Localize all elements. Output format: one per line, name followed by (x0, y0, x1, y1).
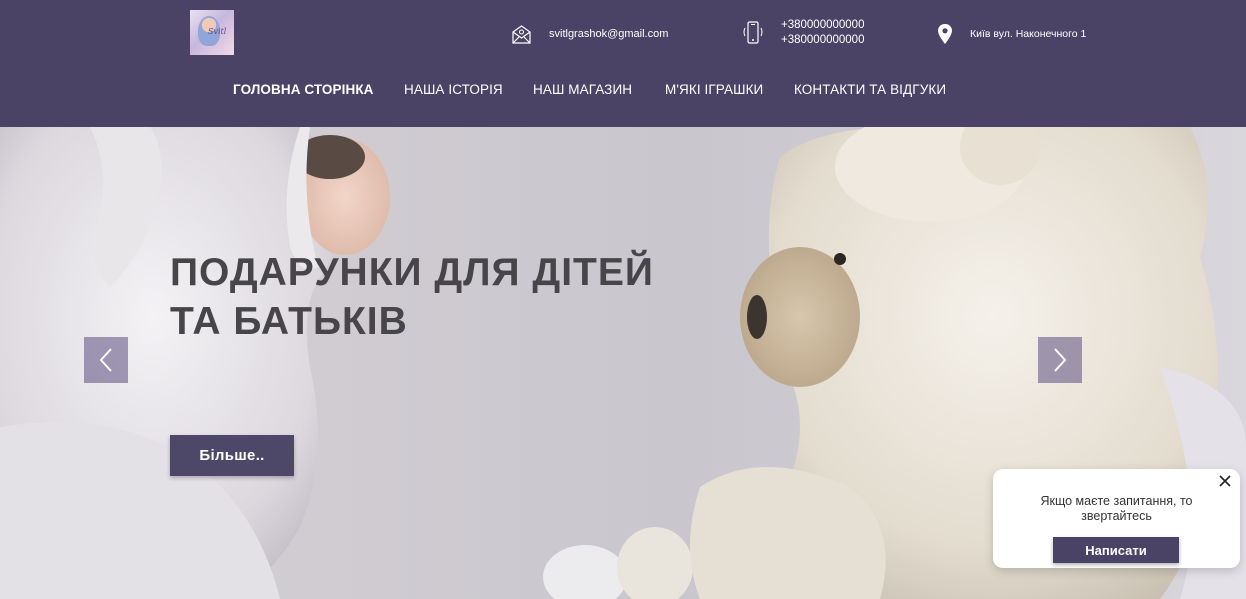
hero-title-line-2: ТА БАТЬКІВ (170, 300, 408, 343)
email-contact[interactable]: svitlgrashok@gmail.com (511, 23, 668, 45)
more-button[interactable]: Більше.. (170, 435, 294, 476)
envelope-icon (512, 24, 531, 44)
site-logo[interactable]: Svitl (190, 10, 234, 55)
nav-item-history[interactable]: НАША ІСТОРІЯ (404, 82, 503, 97)
nav-item-soft-toys[interactable]: М'ЯКІ ІГРАШКИ (665, 82, 763, 97)
chevron-left-icon (99, 348, 112, 372)
phone-icon (743, 21, 763, 44)
chevron-right-icon (1054, 348, 1067, 372)
slider-next-button[interactable] (1038, 337, 1082, 383)
nav-item-contacts[interactable]: КОНТАКТИ ТА ВІДГУКИ (794, 82, 946, 97)
phone-number-1[interactable]: +380000000000 (781, 18, 864, 33)
address-contact[interactable]: Київ вул. Наконечного 1 (937, 23, 1086, 45)
chat-widget: Якщо маєте запитання, то звертайтесь Нап… (993, 469, 1240, 568)
hero-title: ПОДАРУНКИ ДЛЯ ДІТЕЙ ТА БАТЬКІВ (170, 248, 770, 346)
address-text: Київ вул. Наконечного 1 (970, 28, 1087, 40)
main-nav: ГОЛОВНА СТОРІНКА НАША ІСТОРІЯ НАШ МАГАЗИ… (0, 82, 1246, 102)
slider-prev-button[interactable] (84, 337, 128, 383)
email-text: svitlgrashok@gmail.com (549, 28, 669, 40)
chat-message: Якщо маєте запитання, то звертайтесь (1040, 494, 1193, 523)
logo-text: Svitl (208, 27, 227, 36)
nav-item-shop[interactable]: НАШ МАГАЗИН (533, 82, 632, 97)
phone-contact[interactable]: +380000000000 +380000000000 (742, 18, 864, 48)
hero-title-line-1: ПОДАРУНКИ ДЛЯ ДІТЕЙ (170, 251, 654, 294)
write-message-button[interactable]: Написати (1053, 537, 1179, 563)
nav-item-home[interactable]: ГОЛОВНА СТОРІНКА (233, 82, 374, 97)
phone-numbers: +380000000000 +380000000000 (781, 18, 864, 48)
site-header: Svitl svitlgrashok@gmail.com +3800000000… (0, 0, 1246, 127)
phone-number-2[interactable]: +380000000000 (781, 33, 864, 48)
close-icon[interactable] (1218, 474, 1232, 488)
map-pin-icon (938, 24, 952, 44)
